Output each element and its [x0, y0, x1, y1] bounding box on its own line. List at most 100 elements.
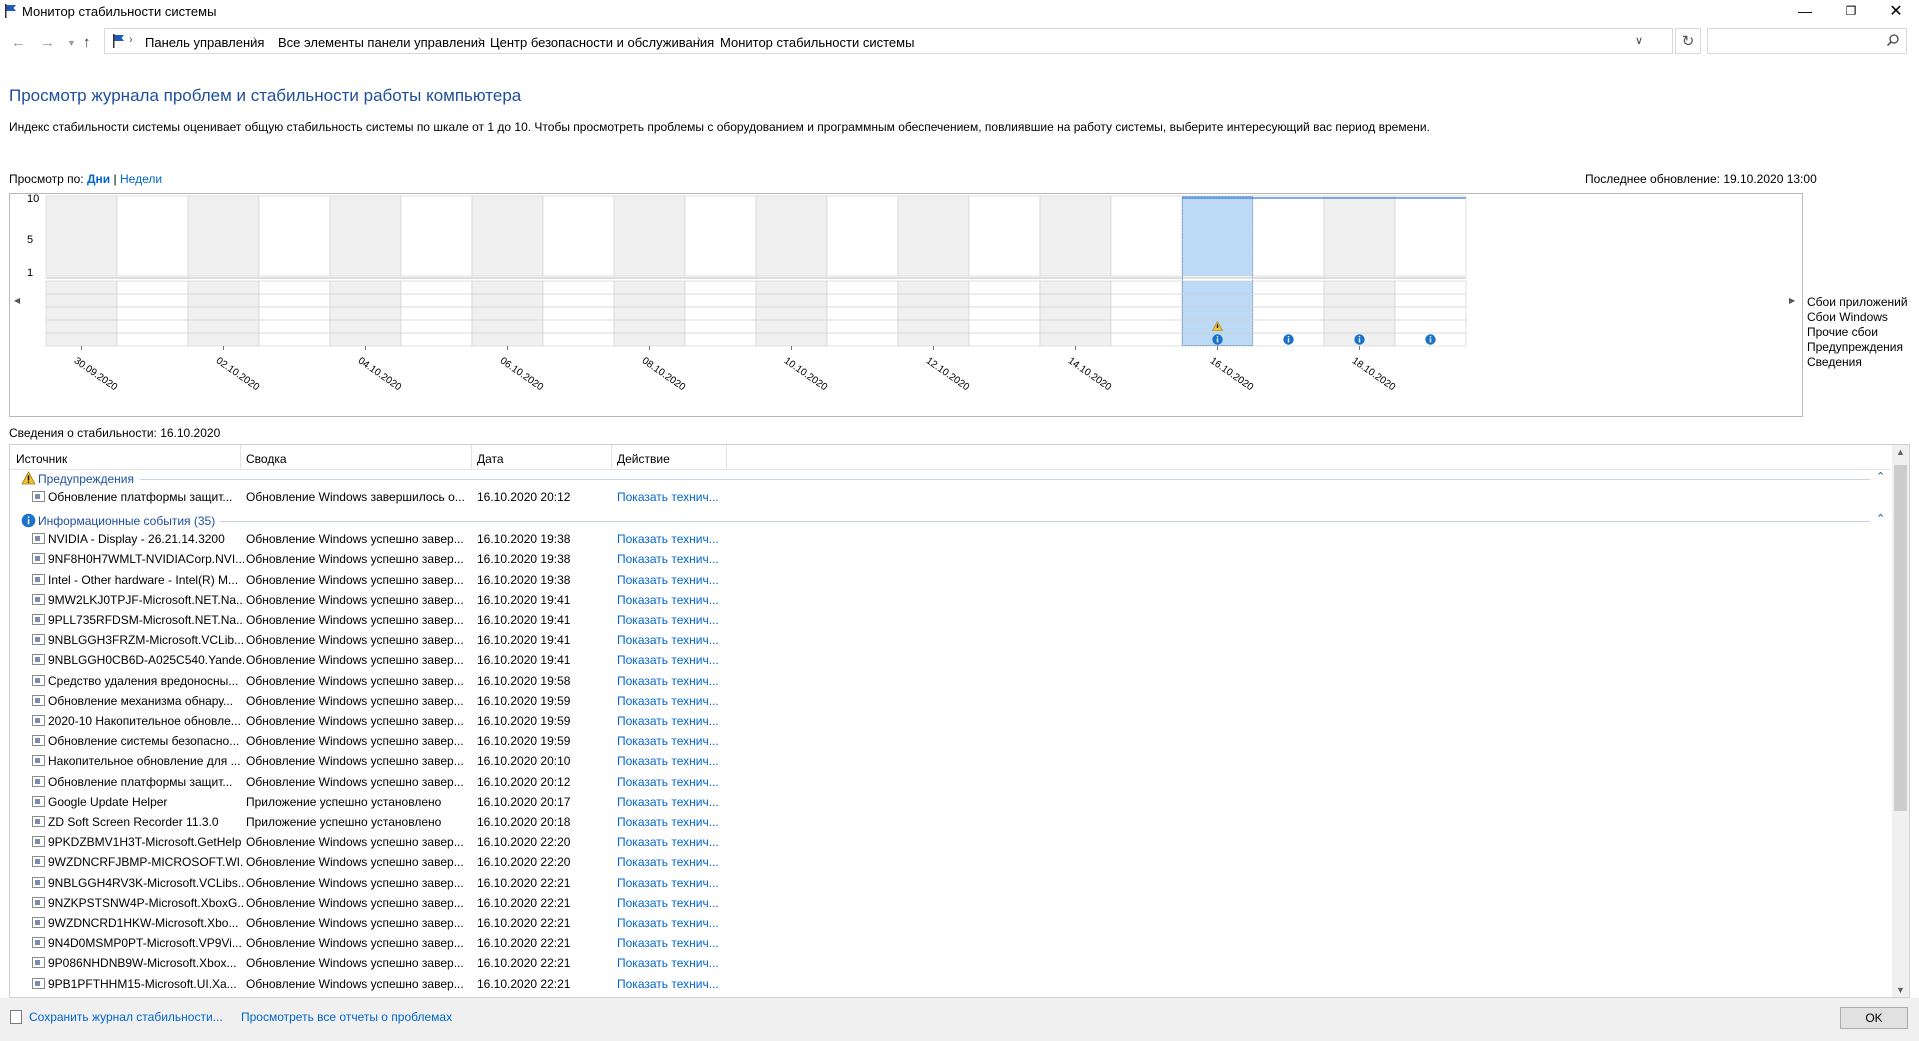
- table-row[interactable]: 9N4D0MSMP0PT-Microsoft.VP9Vi... Обновлени…: [10, 932, 1890, 952]
- day-events-column[interactable]: [897, 280, 970, 347]
- day-column[interactable]: [471, 195, 544, 277]
- day-column[interactable]: [45, 195, 118, 277]
- breadcrumb-reliability-monitor[interactable]: Монитор стабильности системы: [720, 35, 914, 50]
- view-details-link[interactable]: Показать технич...: [617, 795, 719, 809]
- chart-scroll-left-icon[interactable]: ◀: [14, 296, 20, 305]
- view-details-link[interactable]: Показать технич...: [617, 490, 719, 504]
- day-events-column[interactable]: [258, 280, 331, 347]
- breadcrumb-control-panel[interactable]: Панель управления: [145, 35, 264, 50]
- day-column[interactable]: [116, 195, 189, 277]
- maximize-button[interactable]: ❐: [1828, 0, 1874, 22]
- view-details-link[interactable]: Показать технич...: [617, 936, 719, 950]
- day-column[interactable]: [755, 195, 828, 277]
- table-row[interactable]: 2020-10 Накопительное обновле... Обновлен…: [10, 710, 1890, 730]
- day-column[interactable]: [684, 195, 757, 277]
- view-details-link[interactable]: Показать технич...: [617, 633, 719, 647]
- view-details-link[interactable]: Показать технич...: [617, 573, 719, 587]
- view-details-link[interactable]: Показать технич...: [617, 653, 719, 667]
- view-details-link[interactable]: Показать технич...: [617, 855, 719, 869]
- day-column[interactable]: [1323, 195, 1396, 277]
- day-events-column[interactable]: [613, 280, 686, 347]
- table-row[interactable]: 9PKDZBMV1H3T-Microsoft.GetHelp Обновление…: [10, 831, 1890, 851]
- day-events-column[interactable]: [684, 280, 757, 347]
- day-events-column[interactable]: [1110, 280, 1183, 347]
- day-column[interactable]: [897, 195, 970, 277]
- view-details-link[interactable]: Показать технич...: [617, 835, 719, 849]
- column-divider[interactable]: [611, 445, 612, 469]
- table-row[interactable]: 9NBLGGH0CB6D-A025C540.Yande... Обновление…: [10, 649, 1890, 669]
- day-column[interactable]: [542, 195, 615, 277]
- view-details-link[interactable]: Показать технич...: [617, 896, 719, 910]
- view-details-link[interactable]: Показать технич...: [617, 593, 719, 607]
- view-details-link[interactable]: Показать технич...: [617, 714, 719, 728]
- day-column[interactable]: [1110, 195, 1183, 277]
- view-details-link[interactable]: Показать технич...: [617, 734, 719, 748]
- day-column[interactable]: [613, 195, 686, 277]
- table-row[interactable]: Средство удаления вредоносны... Обновлени…: [10, 670, 1890, 690]
- day-column[interactable]: [258, 195, 331, 277]
- day-events-column[interactable]: [826, 280, 899, 347]
- table-row[interactable]: ZD Soft Screen Recorder 11.3.0 Приложение…: [10, 811, 1890, 831]
- column-divider[interactable]: [240, 445, 241, 469]
- day-column[interactable]: [1039, 195, 1112, 277]
- day-column[interactable]: [1394, 195, 1467, 277]
- stability-chart-canvas[interactable]: 10 5 1 30.09.2020 02.10.2020 04.10.2020 06.10.…: [10, 194, 1802, 416]
- view-details-link[interactable]: Показать технич...: [617, 754, 719, 768]
- table-row[interactable]: Обновление платформы защит... Обновление …: [10, 771, 1890, 791]
- day-events-column[interactable]: [1039, 280, 1112, 347]
- day-column[interactable]: [826, 195, 899, 277]
- view-details-link[interactable]: Показать технич...: [617, 532, 719, 546]
- column-divider[interactable]: [471, 445, 472, 469]
- search-input[interactable]: [1707, 28, 1907, 54]
- address-bar[interactable]: › Панель управления › Все элементы панел…: [104, 28, 1673, 54]
- view-details-link[interactable]: Показать технич...: [617, 916, 719, 930]
- table-row[interactable]: Обновление механизма обнару... Обновление…: [10, 690, 1890, 710]
- view-all-reports-link[interactable]: Просмотреть все отчеты о проблемах: [241, 1010, 452, 1024]
- scroll-up-icon[interactable]: ▲: [1896, 447, 1905, 457]
- events-table[interactable]: Источник Сводка Дата ˆ Действие Предупре…: [9, 444, 1910, 998]
- day-column[interactable]: [187, 195, 260, 277]
- day-events-column[interactable]: [45, 280, 118, 347]
- day-column[interactable]: [400, 195, 473, 277]
- table-row[interactable]: 9NZKPSTSNW4P-Microsoft.XboxG... Обновлени…: [10, 892, 1890, 912]
- table-row[interactable]: 9NF8H0H7WMLT-NVIDIACorp.NVI... Обновление…: [10, 548, 1890, 568]
- day-column[interactable]: [1252, 195, 1325, 277]
- day-events-column[interactable]: [471, 280, 544, 347]
- column-source[interactable]: Источник: [16, 452, 67, 466]
- table-row[interactable]: 9WZDNCRD1HKW-Microsoft.Xbo... Обновление …: [10, 912, 1890, 932]
- day-events-column[interactable]: [400, 280, 473, 347]
- breadcrumb-security-center[interactable]: Центр безопасности и обслуживания: [490, 35, 714, 50]
- view-details-link[interactable]: Показать технич...: [617, 815, 719, 829]
- table-row[interactable]: 9WZDNCRFJBMP-MICROSOFT.WI... Обновление W…: [10, 851, 1890, 871]
- table-row[interactable]: 9NBLGGH3FRZM-Microsoft.VCLib... Обновлени…: [10, 629, 1890, 649]
- day-events-column[interactable]: [542, 280, 615, 347]
- close-button[interactable]: ✕: [1873, 0, 1919, 22]
- table-row[interactable]: 9PB1PFTHHM15-Microsoft.UI.Xa... Обновлени…: [10, 973, 1890, 993]
- table-row[interactable]: Intel - Other hardware - Intel(R) M... Об…: [10, 569, 1890, 589]
- view-details-link[interactable]: Показать технич...: [617, 977, 719, 991]
- recent-chevron-icon[interactable]: ▼: [67, 38, 76, 48]
- day-column[interactable]: [968, 195, 1041, 277]
- address-dropdown-icon[interactable]: ∨: [1635, 34, 1643, 47]
- view-details-link[interactable]: Показать технич...: [617, 775, 719, 789]
- day-events-column[interactable]: [187, 280, 260, 347]
- refresh-button[interactable]: ↻: [1675, 28, 1701, 54]
- view-details-link[interactable]: Показать технич...: [617, 956, 719, 970]
- view-details-link[interactable]: Показать технич...: [617, 552, 719, 566]
- table-row[interactable]: Обновление системы безопасно... Обновлени…: [10, 730, 1890, 750]
- ok-button[interactable]: OK: [1840, 1007, 1908, 1029]
- view-details-link[interactable]: Показать технич...: [617, 876, 719, 890]
- view-details-link[interactable]: Показать технич...: [617, 694, 719, 708]
- table-row[interactable]: Google Update Helper Приложение успешно у…: [10, 791, 1890, 811]
- table-row[interactable]: NVIDIA - Display - 26.21.14.3200 Обновлен…: [10, 528, 1890, 548]
- view-weeks-link[interactable]: Недели: [120, 172, 162, 186]
- collapse-chevron-icon[interactable]: ⌃: [1876, 512, 1885, 525]
- table-row[interactable]: 9NBLGGH4RV3K-Microsoft.VCLibs... Обновлен…: [10, 872, 1890, 892]
- table-row[interactable]: Накопительное обновление для ... Обновлен…: [10, 750, 1890, 770]
- day-events-column[interactable]: [116, 280, 189, 347]
- table-row[interactable]: 9P086NHDNB9W-Microsoft.Xbox... Обновление…: [10, 952, 1890, 972]
- breadcrumb-all-items[interactable]: Все элементы панели управления: [278, 35, 485, 50]
- view-details-link[interactable]: Показать технич...: [617, 674, 719, 688]
- scrollbar-thumb[interactable]: [1894, 465, 1907, 811]
- table-row[interactable]: 9MW2LKJ0TPJF-Microsoft.NET.Na... Обновлен…: [10, 589, 1890, 609]
